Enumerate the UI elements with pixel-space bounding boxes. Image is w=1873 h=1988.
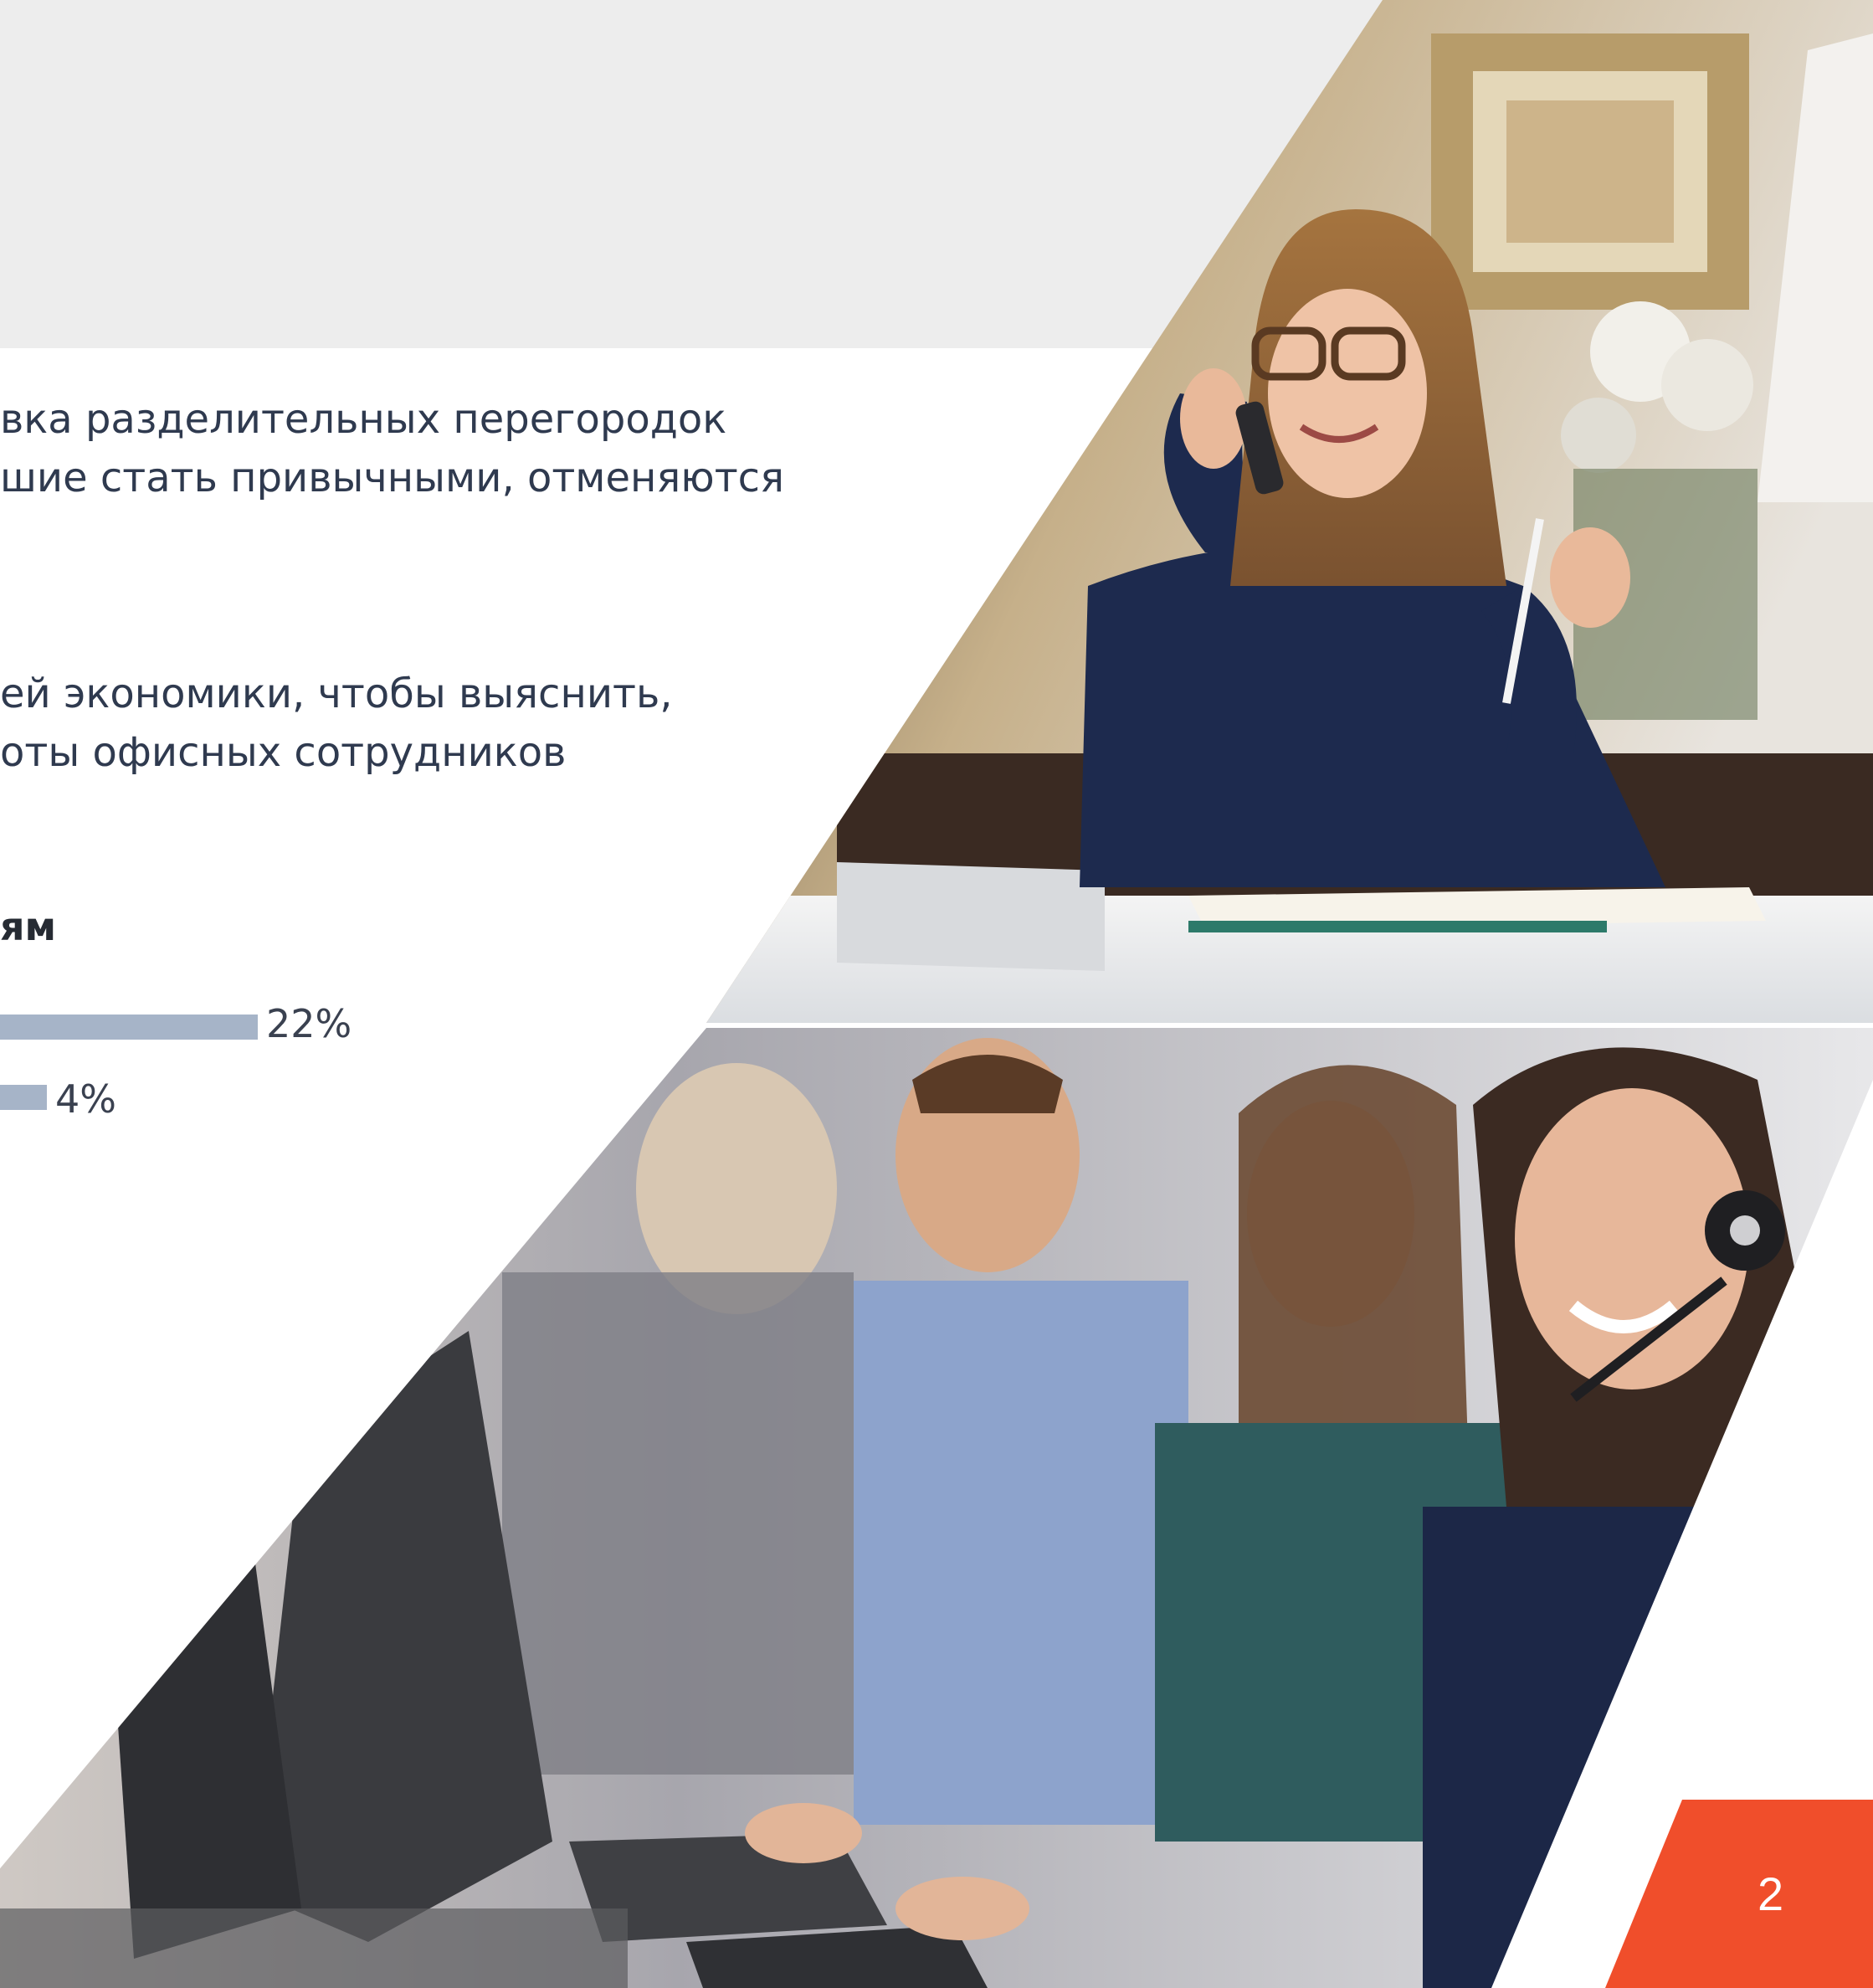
page-number: 2 — [1758, 1867, 1784, 1920]
call-center-operators-photo — [0, 1028, 1873, 1988]
accent-corner — [1605, 1800, 1873, 1988]
photo-collage — [0, 0, 1873, 1988]
woman-on-phone-photo — [706, 0, 1873, 1023]
